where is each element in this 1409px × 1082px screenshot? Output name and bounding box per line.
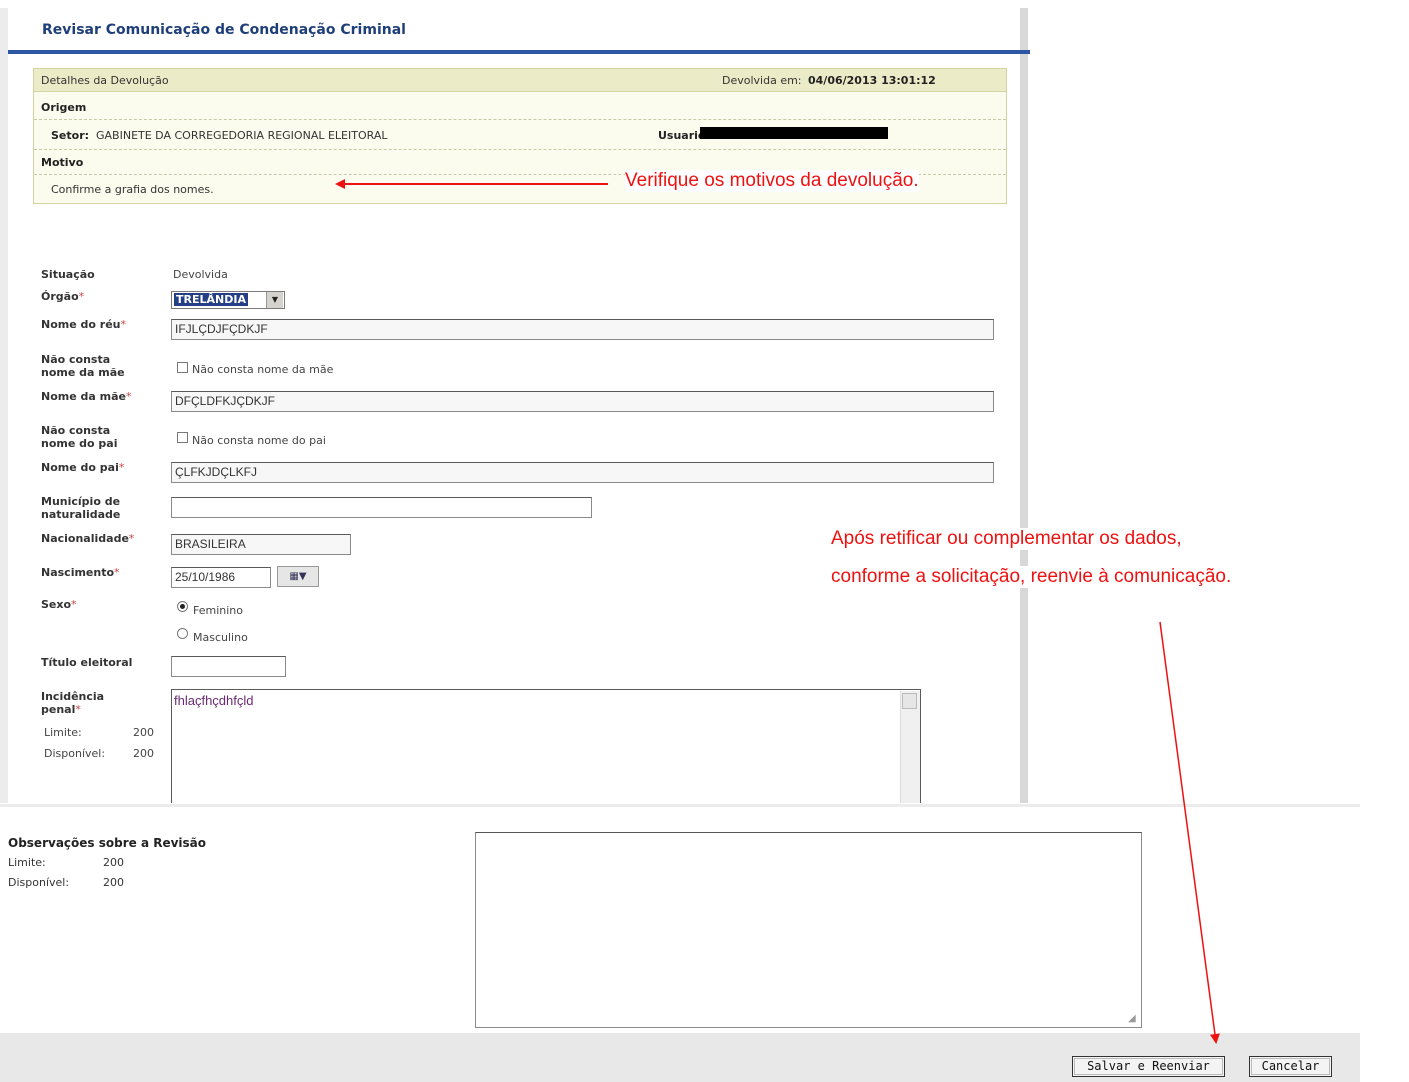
- annotation-reason-note: Verifique os motivos da devolução.: [625, 170, 919, 192]
- annotation-resend-note-line1: Após retificar ou complementar os dados,: [831, 528, 1182, 550]
- annotation-arrows: [335, 179, 1220, 1044]
- arrow-to-save-button: [1159, 621, 1220, 1044]
- annotation-resend-note-line2: conforme a solicitação, reenvie à comuni…: [831, 566, 1232, 588]
